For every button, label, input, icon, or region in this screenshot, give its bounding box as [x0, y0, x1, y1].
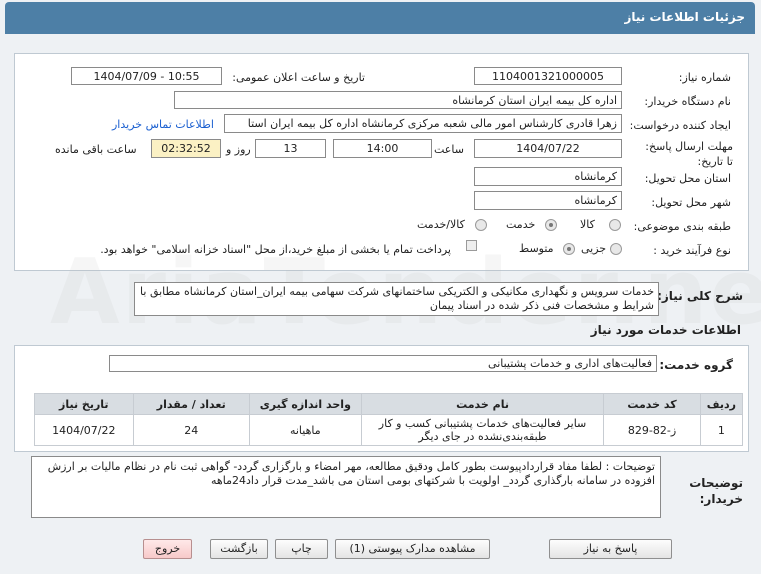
category-radio-goods-service[interactable]	[475, 219, 487, 231]
cell-name: سایر فعالیت‌های خدمات پشتیبانی کسب و کار…	[360, 414, 605, 446]
print-button[interactable]: چاپ	[275, 539, 328, 559]
back-button[interactable]: بازگشت	[210, 539, 268, 559]
category-option-service: خدمت	[506, 218, 536, 231]
need-info-panel	[14, 53, 749, 271]
process-radio-minor[interactable]	[610, 243, 622, 255]
page-title-bar: جزئیات اطلاعات نیاز	[5, 2, 755, 34]
deadline-date-field: 1404/07/22	[474, 139, 622, 158]
page-title: جزئیات اطلاعات نیاز	[624, 10, 745, 24]
category-option-goods: کالا	[580, 218, 595, 231]
services-table: ردیف کد خدمت نام خدمت واحد اندازه گیری ت…	[34, 393, 744, 446]
treasury-payment-note: پرداخت تمام یا بخشی از مبلغ خرید،از محل …	[100, 243, 451, 256]
buyer-contact-link[interactable]: اطلاعات تماس خریدار	[112, 118, 214, 131]
buyer-notes-textarea[interactable]: توضیحات : لطفا مفاد قراردادپیوست بطور کا…	[31, 456, 661, 518]
need-number-label: شماره نیاز:	[678, 71, 731, 84]
service-group-label: گروه خدمت:	[659, 358, 733, 372]
process-label: نوع فرآیند خرید :	[653, 244, 731, 257]
description-text: خدمات سرویس و نگهداری مکانیکی و الکتریکی…	[140, 285, 654, 312]
services-section-title: اطلاعات خدمات مورد نیاز	[590, 323, 741, 337]
col-code: کد خدمت	[603, 393, 701, 415]
buyer-notes-text: توضیحات : لطفا مفاد قراردادپیوست بطور کا…	[47, 460, 655, 487]
cell-code: ز-82-829	[603, 414, 701, 446]
need-number-field: 1104001321000005	[474, 67, 622, 85]
buyer-name-label: نام دستگاه خریدار:	[644, 95, 731, 108]
table-row: 1 ز-82-829 سایر فعالیت‌های خدمات پشتیبان…	[34, 414, 744, 446]
remaining-time-label: ساعت باقی مانده	[55, 143, 137, 156]
col-unit: واحد اندازه گیری	[248, 393, 362, 415]
services-table-header: ردیف کد خدمت نام خدمت واحد اندازه گیری ت…	[34, 393, 744, 415]
cell-qty: 24	[132, 414, 250, 446]
process-option-medium: متوسط	[519, 242, 554, 255]
col-row: ردیف	[699, 393, 744, 415]
announce-date-field: 1404/07/09 - 10:55	[71, 67, 222, 85]
buyer-notes-label: توضیحات خریدار:	[689, 476, 743, 506]
exit-button[interactable]: خروج	[143, 539, 192, 559]
category-radio-service[interactable]	[545, 219, 557, 231]
city-label: شهر محل تحویل:	[651, 196, 731, 209]
province-field: کرمانشاه	[474, 167, 622, 186]
city-field: کرمانشاه	[474, 191, 622, 210]
province-label: استان محل تحویل:	[644, 172, 731, 185]
col-qty: تعداد / مقدار	[132, 393, 250, 415]
col-date: تاریخ نیاز	[34, 393, 134, 415]
remaining-days-label: روز و	[226, 143, 251, 156]
description-label: شرح کلی نیاز:	[657, 289, 743, 303]
category-option-goods-service: کالا/خدمت	[417, 218, 465, 231]
process-option-minor: جزیی	[581, 242, 607, 255]
remaining-days-field: 13	[255, 139, 326, 158]
deadline-time-label: ساعت	[434, 143, 464, 156]
description-textarea[interactable]: خدمات سرویس و نگهداری مکانیکی و الکتریکی…	[134, 282, 659, 316]
buyer-name-field: اداره کل بیمه ایران استان کرمانشاه	[174, 91, 622, 109]
col-name: نام خدمت	[360, 393, 605, 415]
category-label: طبقه بندی موضوعی:	[633, 220, 731, 233]
treasury-payment-checkbox[interactable]	[466, 240, 477, 251]
cell-date: 1404/07/22	[34, 414, 134, 446]
creator-field: زهرا قادری کارشناس امور مالی شعبه مرکزی …	[224, 114, 622, 133]
cell-row: 1	[699, 414, 744, 446]
remaining-time-field: 02:32:52	[151, 139, 221, 158]
deadline-label: مهلت ارسال پاسخ: تا تاریخ:	[645, 140, 733, 168]
process-radio-medium[interactable]	[563, 243, 575, 255]
category-radio-goods[interactable]	[609, 219, 621, 231]
creator-label: ایجاد کننده درخواست:	[629, 119, 731, 132]
announce-date-label: تاریخ و ساعت اعلان عمومی:	[232, 71, 365, 84]
cell-unit: ماهیانه	[248, 414, 362, 446]
service-group-field: فعالیت‌های اداری و خدمات پشتیبانی	[109, 355, 657, 372]
reply-button[interactable]: پاسخ به نیاز	[549, 539, 672, 559]
deadline-time-field: 14:00	[333, 139, 432, 158]
attachments-button[interactable]: مشاهده مدارک پیوستی (1)	[335, 539, 490, 559]
